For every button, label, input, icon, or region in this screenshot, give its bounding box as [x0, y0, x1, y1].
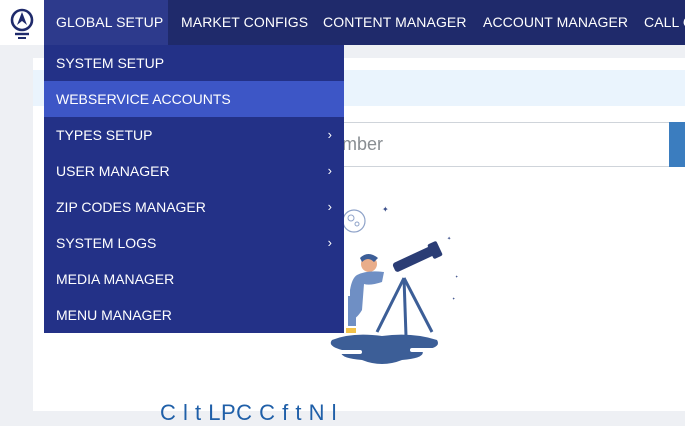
menu-item-zip-codes-manager[interactable]: ZIP CODES MANAGER › [44, 189, 344, 225]
menu-item-label: USER MANAGER [56, 163, 170, 179]
menu-item-label: ZIP CODES MANAGER [56, 199, 206, 215]
menu-item-user-manager[interactable]: USER MANAGER › [44, 153, 344, 189]
menu-item-label: MEDIA MANAGER [56, 271, 175, 287]
top-navigation: GLOBAL SETUP MARKET CONFIGS CONTENT MANA… [0, 0, 685, 45]
chevron-right-icon: › [327, 163, 332, 178]
menu-item-types-setup[interactable]: TYPES SETUP › [44, 117, 344, 153]
svg-text:✦: ✦ [382, 205, 389, 214]
menu-item-media-manager[interactable]: MEDIA MANAGER [44, 261, 344, 297]
search-input[interactable] [340, 122, 670, 167]
menu-item-system-logs[interactable]: SYSTEM LOGS › [44, 225, 344, 261]
chevron-right-icon: › [327, 235, 332, 250]
chevron-right-icon: › [327, 127, 332, 142]
menu-item-label: WEBSERVICE ACCOUNTS [56, 91, 231, 107]
svg-text:✦: ✦ [455, 274, 459, 279]
menu-item-system-setup[interactable]: SYSTEM SETUP [44, 45, 344, 81]
menu-item-label: MENU MANAGER [56, 307, 172, 323]
svg-text:✦: ✦ [452, 296, 456, 301]
svg-text:✦: ✦ [447, 236, 451, 242]
global-setup-dropdown: SYSTEM SETUP WEBSERVICE ACCOUNTS TYPES S… [44, 45, 344, 333]
astronomer-telescope-illustration: ✦ ✦ ✦ ✦ ✦ [330, 205, 459, 364]
menu-item-label: SYSTEM SETUP [56, 55, 165, 71]
nav-account-manager[interactable]: ACCOUNT MANAGER [483, 0, 628, 45]
nav-market-configs[interactable]: MARKET CONFIGS [181, 0, 308, 45]
nav-global-setup[interactable]: GLOBAL SETUP [44, 0, 168, 45]
chevron-right-icon: › [327, 199, 332, 214]
menu-item-label: SYSTEM LOGS [56, 235, 157, 251]
brand-logo[interactable] [0, 0, 44, 45]
menu-item-label: TYPES SETUP [56, 127, 153, 143]
brand-logo-icon [10, 8, 34, 39]
nav-call-center[interactable]: CALL C [644, 0, 685, 45]
menu-item-webservice-accounts[interactable]: WEBSERVICE ACCOUNTS [44, 81, 344, 117]
search-input-text: mber [342, 134, 384, 154]
page-heading: C l t LPC C f t N l [160, 400, 337, 425]
nav-content-manager[interactable]: CONTENT MANAGER [323, 0, 467, 45]
menu-item-menu-manager[interactable]: MENU MANAGER [44, 297, 344, 333]
search-button[interactable] [669, 122, 685, 167]
